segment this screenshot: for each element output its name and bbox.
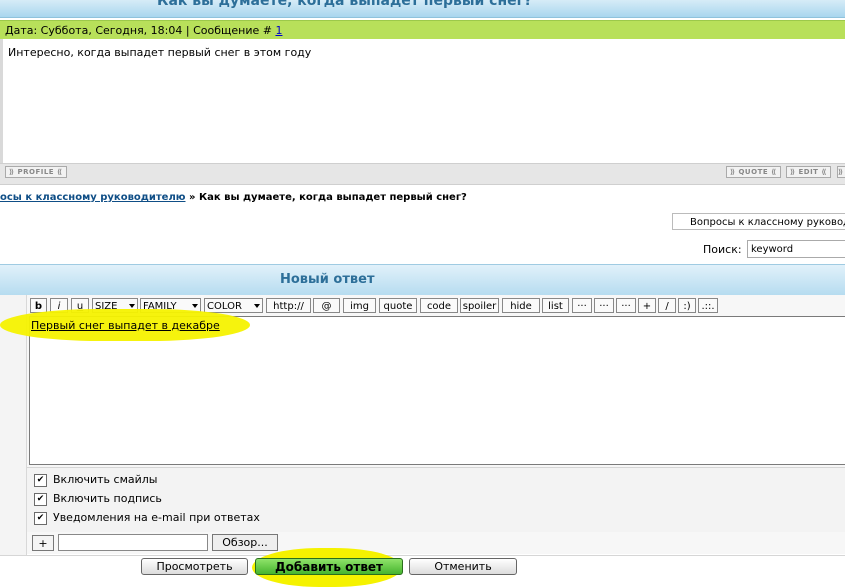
breadcrumb-current: Как вы думаете, когда выпадет первый сне… (198, 192, 467, 203)
post-number-link[interactable]: 1 (275, 24, 282, 37)
cancel-button[interactable]: Отменить (409, 558, 517, 575)
edit-button[interactable]: ⟫ EDIT ⟪ (786, 166, 831, 178)
checkmark-icon: ✔ (36, 513, 45, 523)
chevron-right-icon: ⟫ (838, 168, 844, 176)
post-meta: Дата: Суббота, Сегодня, 18:04 | Сообщени… (5, 24, 282, 37)
quote-label: QUOTE (738, 168, 769, 176)
spoiler-button[interactable]: spoiler (460, 298, 499, 313)
email-notify-label: Уведомления на e-mail при ответах (53, 511, 260, 524)
topic-title: Как вы думаете, когда выпадет первый сне… (157, 0, 533, 9)
breadcrumb-forum-link[interactable]: осы к классному руководителю (0, 192, 186, 203)
signature-checkbox[interactable]: ✔ (34, 493, 47, 506)
email-notify-checkbox[interactable]: ✔ (34, 512, 47, 525)
code-button[interactable]: code (420, 298, 458, 313)
breadcrumb: осы к классному руководителю » Как вы ду… (0, 192, 467, 203)
chevron-left-icon: ⟪ (818, 168, 827, 176)
chevron-down-icon (254, 304, 260, 308)
reply-text: Первый снег выпадет в декабре (31, 319, 220, 332)
submit-reply-button[interactable]: Добавить ответ (255, 558, 403, 575)
edit-label: EDIT (798, 168, 819, 176)
breadcrumb-separator: » (185, 192, 199, 203)
more-smiles-button[interactable]: .::. (698, 298, 718, 313)
reply-title: Новый ответ (280, 272, 375, 287)
slash-button[interactable]: / (658, 298, 676, 313)
file-path-input[interactable] (58, 534, 208, 551)
url-button[interactable]: http:// (266, 298, 311, 313)
checkmark-icon: ✔ (36, 494, 45, 504)
smiles-checkbox[interactable]: ✔ (34, 474, 47, 487)
quote-button[interactable]: ⟫ QUOTE ⟪ (726, 166, 781, 178)
list-item-button-3[interactable]: ··· (616, 298, 636, 313)
chevron-down-icon (192, 304, 198, 308)
chevron-left-icon: ⟪ (54, 168, 63, 176)
color-select[interactable]: COLOR (204, 298, 263, 313)
smiles-label: Включить смайлы (53, 473, 158, 486)
email-button[interactable]: @ (313, 298, 340, 313)
search-label: Поиск: (703, 243, 742, 256)
profile-label: PROFILE (17, 168, 55, 176)
chevron-down-icon (129, 304, 135, 308)
preview-button[interactable]: Просмотреть (141, 558, 248, 575)
color-label: COLOR (207, 301, 242, 312)
browse-button[interactable]: Обзор... (212, 534, 278, 551)
list-item-button-1[interactable]: ··· (572, 298, 592, 313)
smile-button[interactable]: :) (678, 298, 696, 313)
forum-jump-select[interactable]: Вопросы к классному руковод (672, 213, 845, 230)
add-attachment-button[interactable]: + (32, 535, 54, 551)
search-input[interactable] (747, 240, 845, 258)
quote-tag-button[interactable]: quote (379, 298, 417, 313)
post-date: Дата: Суббота, Сегодня, 18:04 | Сообщени… (5, 24, 276, 37)
form-left-column (0, 295, 27, 587)
reply-header (0, 264, 845, 296)
hide-button[interactable]: hide (502, 298, 540, 313)
img-button[interactable]: img (343, 298, 376, 313)
list-item-button-2[interactable]: ··· (594, 298, 614, 313)
list-button[interactable]: list (542, 298, 569, 313)
chevron-left-icon: ⟪ (768, 168, 777, 176)
post-text: Интересно, когда выпадет первый снег в э… (8, 46, 312, 59)
plus-button[interactable]: + (638, 298, 656, 313)
post-meta-bar: Дата: Суббота, Сегодня, 18:04 | Сообщени… (0, 20, 845, 40)
checkmark-icon: ✔ (36, 475, 45, 485)
profile-button[interactable]: ⟫ PROFILE ⟪ (5, 166, 67, 178)
post-footer (0, 163, 845, 185)
signature-label: Включить подпись (53, 492, 162, 505)
more-post-button[interactable]: ⟫ (837, 166, 845, 178)
